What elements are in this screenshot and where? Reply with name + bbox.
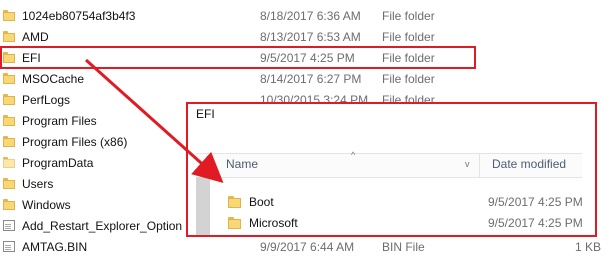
list-item[interactable]: 1024eb80754af3b4f3 8/18/2017 6:36 AM Fil…: [0, 5, 616, 27]
file-name: ProgramData: [22, 156, 94, 170]
file-type: File folder: [382, 72, 435, 86]
file-type: BIN File: [382, 240, 425, 254]
folder-icon: [3, 178, 15, 189]
column-header: ^ Name v Date modified: [196, 150, 582, 178]
efi-zoom-panel: EFI ^ Name v Date modified Boot 9/5/2017…: [186, 102, 597, 237]
file-name: Program Files (x86): [22, 135, 128, 149]
sort-arrow-icon[interactable]: ^: [351, 150, 355, 160]
folder-icon: [3, 136, 15, 147]
folder-icon: [3, 73, 15, 84]
navigation-pane-strip: [196, 177, 210, 235]
folder-name: Microsoft: [249, 216, 298, 230]
chevron-down-icon[interactable]: v: [465, 159, 470, 169]
file-icon: [3, 220, 15, 231]
folder-icon: [3, 199, 15, 210]
efi-highlight-box: [0, 46, 476, 69]
column-divider[interactable]: [479, 154, 480, 177]
file-name: Add_Restart_Explorer_Option: [22, 219, 183, 233]
file-name: AMD: [22, 30, 49, 44]
file-date: 9/9/2017 6:44 AM: [260, 240, 355, 254]
folder-icon: [3, 115, 15, 126]
file-name: MSOCache: [22, 72, 85, 86]
folder-date: 9/5/2017 4:25 PM: [488, 195, 583, 209]
folder-icon: [3, 157, 15, 168]
file-date: 8/14/2017 6:27 PM: [260, 72, 362, 86]
list-item[interactable]: AMTAG.BIN 9/9/2017 6:44 AM BIN File 1 KB: [0, 236, 616, 258]
folder-icon: [228, 217, 241, 229]
name-column-header[interactable]: Name: [226, 157, 258, 171]
folder-icon: [3, 10, 15, 21]
list-item-microsoft[interactable]: Microsoft 9/5/2017 4:25 PM: [228, 213, 588, 233]
file-date: 8/18/2017 6:36 AM: [260, 9, 361, 23]
file-name: 1024eb80754af3b4f3: [22, 9, 136, 23]
date-modified-column-header[interactable]: Date modified: [492, 157, 566, 171]
file-size: 1 KB: [575, 240, 602, 254]
folder-icon: [228, 196, 241, 208]
file-name: Windows: [22, 198, 71, 212]
file-name: Users: [22, 177, 54, 191]
folder-date: 9/5/2017 4:25 PM: [488, 216, 583, 230]
folder-icon: [3, 31, 15, 42]
folder-name: Boot: [249, 195, 274, 209]
list-item[interactable]: MSOCache 8/14/2017 6:27 PM File folder: [0, 68, 616, 90]
file-icon: [3, 241, 15, 252]
folder-icon: [3, 94, 15, 105]
zoom-folder-title: EFI: [196, 107, 215, 121]
file-name: Program Files: [22, 114, 97, 128]
list-item[interactable]: AMD 8/13/2017 6:53 AM File folder: [0, 26, 616, 48]
file-type: File folder: [382, 30, 435, 44]
file-date: 8/13/2017 6:53 AM: [260, 30, 361, 44]
file-name: PerfLogs: [22, 93, 71, 107]
list-item-boot[interactable]: Boot 9/5/2017 4:25 PM: [228, 192, 588, 212]
file-type: File folder: [382, 9, 435, 23]
file-name: AMTAG.BIN: [22, 240, 88, 254]
